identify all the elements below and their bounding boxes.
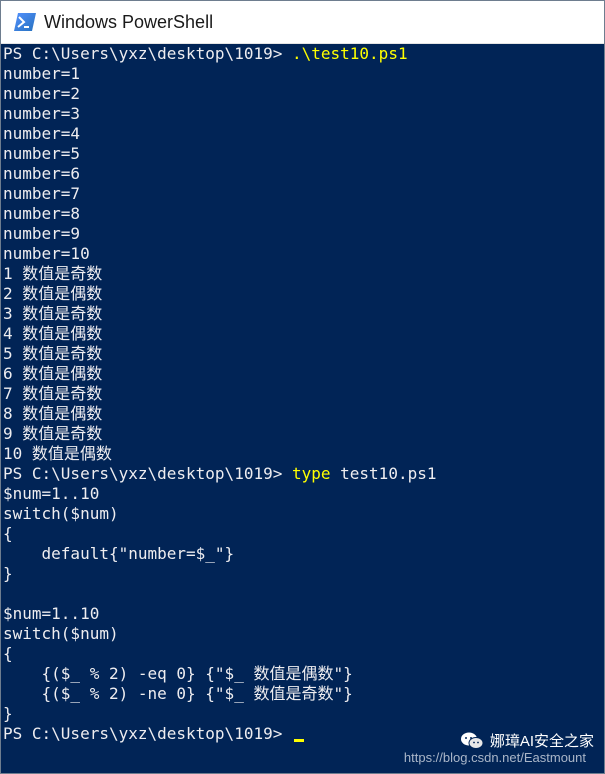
output-line: 2 数值是偶数: [3, 284, 103, 303]
output-line: number=7: [3, 184, 81, 203]
output-line: 5 数值是奇数: [3, 344, 103, 363]
file-line: switch($num): [3, 624, 119, 643]
watermark-brand: 娜璋AI安全之家: [460, 730, 594, 751]
watermark-url: https://blog.csdn.net/Eastmount: [403, 750, 586, 765]
output-line: 1 数值是奇数: [3, 264, 103, 283]
file-line: [3, 584, 604, 604]
output-line: 7 数值是奇数: [3, 384, 103, 403]
powershell-window: Windows PowerShell PS C:\Users\yxz\deskt…: [0, 0, 605, 774]
window-title: Windows PowerShell: [44, 11, 214, 32]
output-line: number=5: [3, 144, 81, 163]
prompt-text: PS C:\Users\yxz\desktop\1019>: [3, 44, 292, 63]
output-line: number=9: [3, 224, 81, 243]
output-line: number=2: [3, 84, 81, 103]
prompt-line: PS C:\Users\yxz\desktop\1019> type test1…: [3, 464, 604, 484]
command-argument: test10.ps1: [330, 464, 437, 483]
output-line: 8 数值是偶数: [3, 404, 103, 423]
watermark-brand-text: 娜璋AI安全之家: [489, 733, 594, 750]
prompt-text: PS C:\Users\yxz\desktop\1019>: [3, 464, 292, 483]
file-line: }: [3, 564, 13, 583]
output-line: 9 数值是奇数: [3, 424, 103, 443]
output-line: number=10: [3, 244, 90, 263]
file-line: {($_ % 2) -eq 0} {"$_ 数值是偶数"}: [3, 664, 353, 683]
file-line: $num=1..10: [3, 484, 100, 503]
file-line: default{"number=$_"}: [3, 544, 235, 563]
output-line: 6 数值是偶数: [3, 364, 103, 383]
command-text: .\test10.ps1: [291, 44, 408, 63]
watermark: https://blog.csdn.net/Eastmount 娜璋AI安全之家: [403, 732, 594, 765]
console-output[interactable]: PS C:\Users\yxz\desktop\1019> .\test10.p…: [1, 44, 604, 773]
command-keyword: type: [291, 464, 331, 483]
output-line: 4 数值是偶数: [3, 324, 103, 343]
file-content: $num=1..10 switch($num) { default{"numbe…: [3, 484, 604, 724]
prompt-line: PS C:\Users\yxz\desktop\1019> .\test10.p…: [3, 44, 604, 64]
wechat-icon: [460, 732, 484, 749]
output-line: 10 数值是偶数: [3, 444, 112, 463]
file-line: }: [3, 704, 13, 723]
file-line: $num=1..10: [3, 604, 100, 623]
file-line: switch($num): [3, 504, 119, 523]
title-bar[interactable]: Windows PowerShell: [1, 1, 604, 44]
output-line: number=3: [3, 104, 81, 123]
file-line: {($_ % 2) -ne 0} {"$_ 数值是奇数"}: [3, 684, 353, 703]
output-line: 3 数值是奇数: [3, 304, 103, 323]
script-output: number=1 number=2 number=3 number=4 numb…: [3, 64, 604, 464]
output-line: number=8: [3, 204, 81, 223]
output-line: number=4: [3, 124, 81, 143]
file-line: {: [3, 524, 13, 543]
powershell-icon: [14, 13, 36, 31]
output-line: number=6: [3, 164, 81, 183]
output-line: number=1: [3, 64, 81, 83]
prompt-text: PS C:\Users\yxz\desktop\1019>: [3, 724, 292, 743]
text-cursor: [293, 739, 304, 742]
file-line: {: [3, 644, 13, 663]
